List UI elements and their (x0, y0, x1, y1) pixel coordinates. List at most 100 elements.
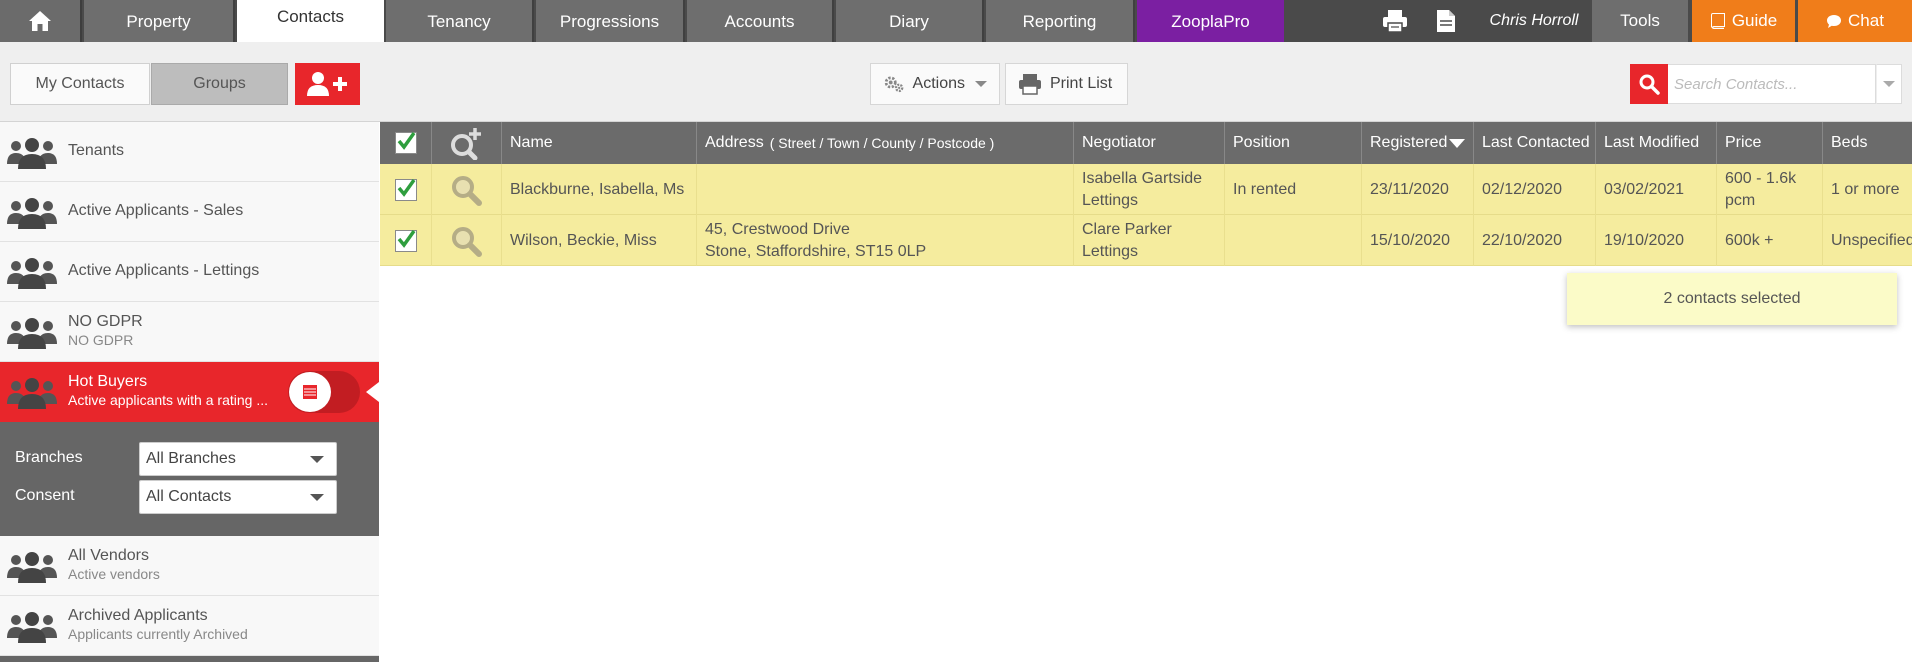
group-icon (7, 552, 57, 583)
group-item-hot-buyers[interactable]: Hot Buyers Active applicants with a rati… (0, 362, 379, 422)
column-header-address[interactable]: Address ( Street / Town / County / Postc… (697, 122, 1074, 164)
home-button[interactable] (0, 0, 82, 42)
group-item-tenants[interactable]: Tenants (0, 122, 379, 182)
group-item-active-applicants-lettings[interactable]: Active Applicants - Lettings (0, 242, 379, 302)
group-item-no-gdpr[interactable]: NO GDPR NO GDPR (0, 302, 379, 362)
tools-button[interactable]: Tools (1592, 0, 1688, 42)
gears-icon (884, 76, 904, 93)
consent-label: Consent (15, 487, 75, 504)
group-title: Hot Buyers (68, 373, 148, 390)
group-subtitle: Active applicants with a rating ... (68, 392, 268, 408)
search-dropdown[interactable] (1876, 64, 1902, 104)
column-header-registered[interactable]: Registered (1362, 122, 1474, 164)
tab-property[interactable]: Property (84, 0, 235, 42)
row-view-button[interactable] (432, 164, 502, 215)
table-row[interactable]: Blackburne, Isabella, Ms Isabella Gartsi… (380, 164, 1912, 215)
column-header-position[interactable]: Position (1225, 122, 1362, 164)
search-input[interactable]: Search Contacts... (1668, 64, 1876, 104)
group-icon (7, 258, 57, 289)
actions-button[interactable]: Actions (870, 63, 1000, 105)
list-icon (289, 372, 331, 412)
my-contacts-button[interactable]: My Contacts (10, 63, 150, 105)
group-item-active-applicants-sales[interactable]: Active Applicants - Sales (0, 182, 379, 242)
column-header-name[interactable]: Name (502, 122, 697, 164)
group-icon (7, 612, 57, 643)
print-list-button[interactable]: Print List (1005, 63, 1128, 105)
column-header-negotiator[interactable]: Negotiator (1074, 122, 1225, 164)
sidebar-footer-bar (0, 656, 379, 662)
cell-registered: 23/11/2020 (1362, 164, 1474, 215)
tab-diary[interactable]: Diary (836, 0, 984, 42)
document-icon[interactable] (1436, 9, 1456, 33)
tab-progressions[interactable]: Progressions (536, 0, 685, 42)
group-icon (7, 318, 57, 349)
cell-address (697, 164, 1074, 215)
groups-button[interactable]: Groups (151, 63, 288, 105)
column-header-beds[interactable]: Beds (1823, 122, 1912, 164)
negotiator-department: Lettings (1082, 242, 1139, 260)
branches-select[interactable]: All Branches (139, 442, 337, 476)
table-row[interactable]: Wilson, Beckie, Miss 45, Crestwood Drive… (380, 215, 1912, 266)
top-navigation: Property Contacts Tenancy Progressions A… (0, 0, 1912, 42)
cell-last-contacted: 02/12/2020 (1474, 164, 1596, 215)
user-name[interactable]: Chris Horroll (1478, 0, 1590, 42)
group-subtitle: Applicants currently Archived (68, 626, 248, 642)
search-button[interactable] (1630, 64, 1668, 104)
checkbox (394, 131, 417, 154)
cell-last-contacted: 22/10/2020 (1474, 215, 1596, 266)
address-header-label: Address (705, 134, 764, 151)
price-range: 600 - 1.6k (1725, 169, 1797, 187)
row-view-button[interactable] (432, 215, 502, 266)
column-header-last-modified[interactable]: Last Modified (1596, 122, 1717, 164)
cell-negotiator: Isabella Gartside Lettings (1074, 164, 1225, 215)
cell-price: 600 - 1.6k pcm (1717, 164, 1823, 215)
tab-contacts[interactable]: Contacts (237, 0, 384, 42)
row-checkbox[interactable] (380, 215, 432, 266)
cell-price: 600k + (1717, 215, 1823, 266)
group-title: Active Applicants - Sales (68, 202, 244, 219)
checkmark-icon (397, 131, 415, 150)
consent-value: All Contacts (146, 488, 232, 505)
checkmark-icon (397, 229, 415, 248)
column-header-price[interactable]: Price (1717, 122, 1823, 164)
tab-tenancy[interactable]: Tenancy (386, 0, 534, 42)
cell-beds: 1 or more (1831, 180, 1900, 198)
group-filters: Branches All Branches Consent All Contac… (0, 422, 379, 536)
tab-reporting[interactable]: Reporting (986, 0, 1135, 42)
group-toggle[interactable] (288, 371, 360, 413)
address-line-2: Stone, Staffordshire, ST15 0LP (705, 242, 927, 260)
negotiator-name: Clare Parker (1082, 220, 1172, 238)
cell-position: In rented (1225, 164, 1362, 215)
group-item-all-vendors[interactable]: All Vendors Active vendors (0, 536, 379, 596)
home-icon (29, 11, 51, 31)
column-header-last-contacted[interactable]: Last Contacted (1474, 122, 1596, 164)
consent-select[interactable]: All Contacts (139, 480, 337, 514)
cell-negotiator: Clare Parker Lettings (1074, 215, 1225, 266)
negotiator-name: Isabella Gartside (1082, 169, 1203, 187)
tab-zooplapro[interactable]: ZooplaPro (1137, 0, 1284, 42)
address-header-parts: ( Street / Town / County / Postcode ) (769, 135, 995, 151)
address-line-1: 45, Crestwood Drive (705, 220, 850, 238)
groups-sidebar: Tenants Active Applicants - Sales Active… (0, 122, 379, 662)
table-header: Name Address ( Street / Town / County / … (380, 122, 1912, 164)
checkbox (394, 229, 417, 252)
group-subtitle: NO GDPR (68, 332, 134, 348)
chat-label: Chat (1848, 11, 1884, 30)
zoom-add-column[interactable] (432, 122, 502, 164)
row-checkbox[interactable] (380, 164, 432, 215)
cell-position (1225, 215, 1362, 266)
select-all-checkbox[interactable] (380, 122, 432, 164)
print-icon[interactable] (1382, 9, 1408, 33)
actions-label: Actions (912, 75, 965, 92)
chevron-down-icon (1883, 81, 1895, 87)
negotiator-department: Lettings (1082, 191, 1139, 209)
selection-pointer (366, 382, 379, 402)
cell-name: Blackburne, Isabella, Ms (502, 164, 697, 215)
checkmark-icon (397, 178, 415, 197)
add-contact-button[interactable] (295, 63, 360, 105)
group-item-archived-applicants[interactable]: Archived Applicants Applicants currently… (0, 596, 379, 656)
tab-accounts[interactable]: Accounts (687, 0, 834, 42)
search-icon (1639, 74, 1660, 95)
chat-button[interactable]: Chat (1798, 0, 1912, 42)
guide-button[interactable]: Guide (1692, 0, 1795, 42)
